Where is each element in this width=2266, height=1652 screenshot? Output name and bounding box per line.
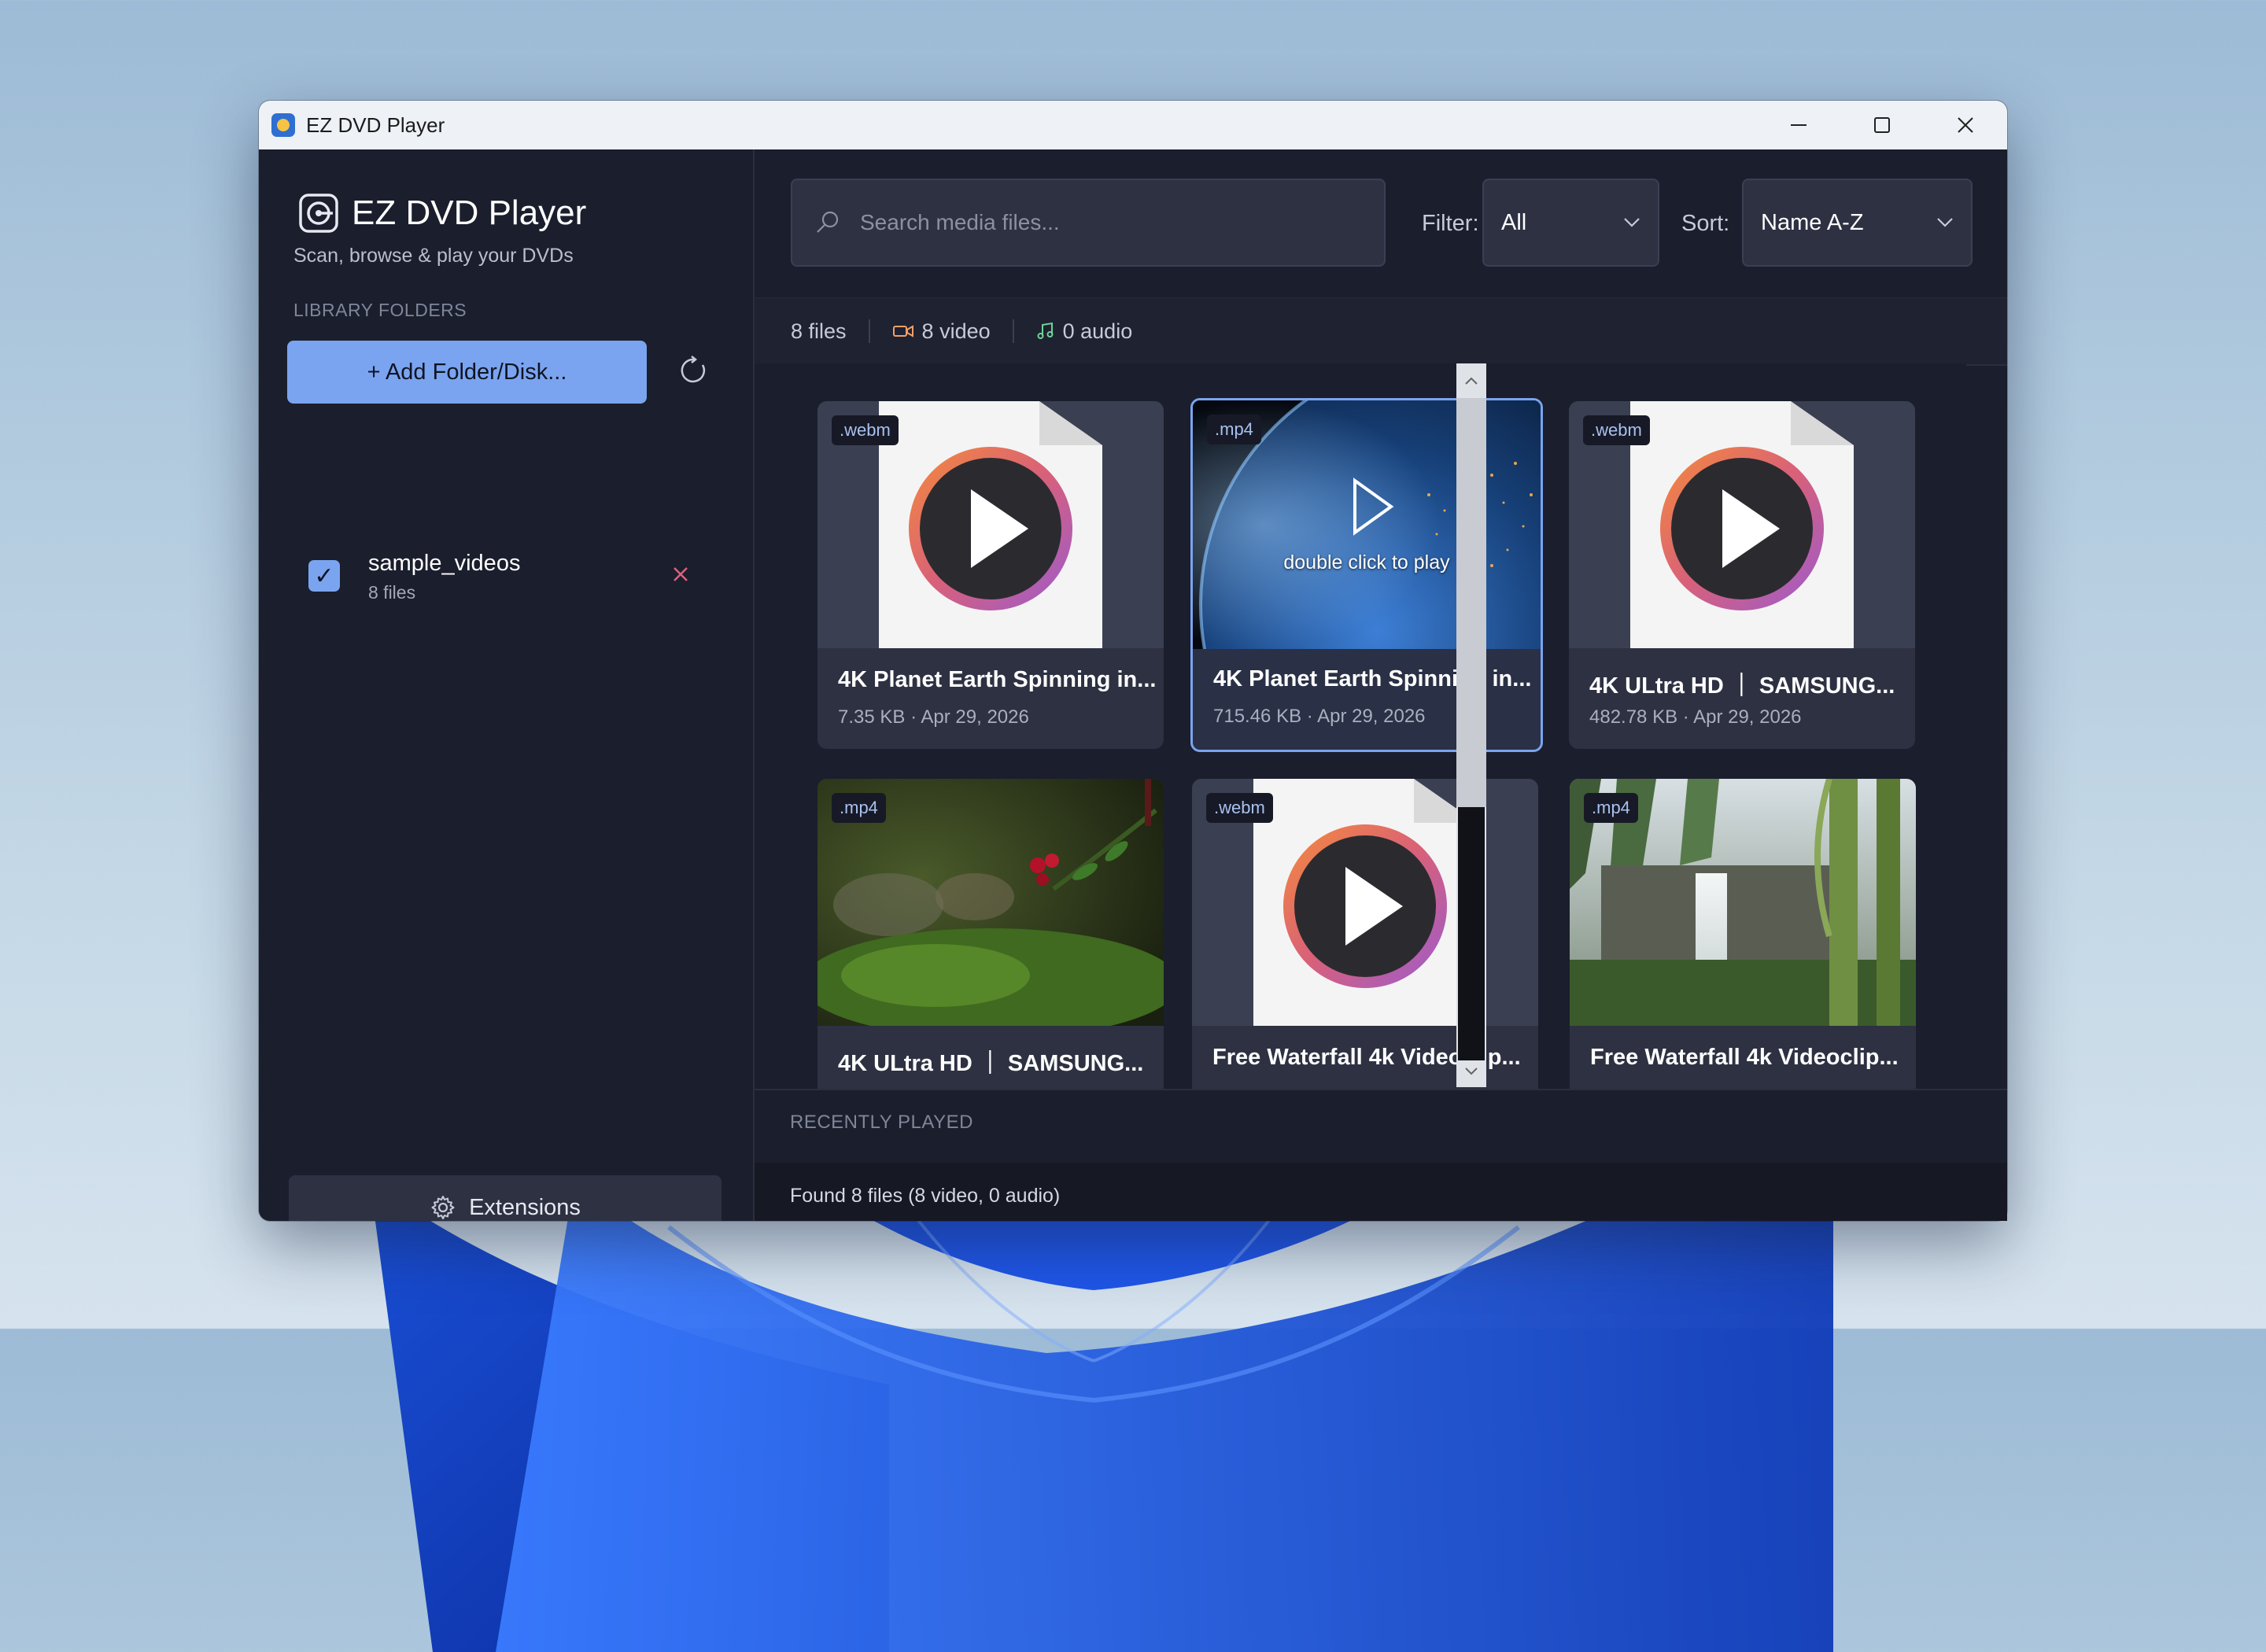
media-thumbnail: .webm — [1192, 779, 1538, 1026]
maximize-button[interactable] — [1840, 101, 1924, 149]
video-camera-icon — [892, 325, 913, 337]
media-meta: 7.35 KB · Apr 29, 2026 — [838, 706, 1029, 728]
media-thumbnail: double click to play .mp4 — [1193, 400, 1541, 649]
gear-icon — [431, 1196, 455, 1219]
file-extension-badge: .mp4 — [1207, 415, 1261, 444]
minimize-icon — [1791, 124, 1807, 126]
chevron-down-icon — [1465, 1068, 1478, 1075]
maximize-icon — [1874, 117, 1890, 133]
file-count: 8 files — [791, 319, 847, 343]
video-count: 8 video — [921, 319, 991, 343]
filter-value: All — [1501, 209, 1527, 235]
chevron-down-icon — [1937, 218, 1953, 227]
close-icon — [1958, 117, 1973, 133]
vertical-scrollbar[interactable] — [1456, 363, 1486, 1087]
folder-name[interactable]: sample_videos — [368, 551, 520, 577]
audio-count-stat: 0 audio — [1036, 319, 1133, 344]
app-name: EZ DVD Player — [352, 194, 587, 232]
file-extension-badge: .webm — [1206, 793, 1273, 823]
file-extension-badge: .mp4 — [1584, 793, 1638, 823]
title-bar: EZ DVD Player — [259, 101, 2007, 149]
media-title: Free Waterfall 4k Videoclip... — [1590, 1045, 1899, 1070]
media-card[interactable]: .mp4 Free Waterfall 4k Videoclip... — [1570, 779, 1916, 1089]
sort-select[interactable]: Name A-Z — [1742, 179, 1973, 267]
scroll-track — [1456, 398, 1486, 807]
remove-folder-button[interactable] — [666, 560, 695, 588]
filter-label: Filter: — [1422, 211, 1479, 236]
file-extension-badge: .mp4 — [832, 793, 886, 823]
filter-select[interactable]: All — [1482, 179, 1659, 267]
sort-value: Name A-Z — [1761, 209, 1864, 235]
file-extension-badge: .webm — [1583, 415, 1650, 445]
media-card-selected[interactable]: double click to play .mp4 4K Planet Eart… — [1190, 398, 1543, 752]
stats-bar: 8 files 8 video 0 audio — [755, 297, 2007, 366]
brand: EZ DVD Player — [298, 193, 586, 234]
refresh-button[interactable] — [676, 352, 712, 389]
hover-hint: double click to play — [1283, 551, 1450, 573]
media-title: 4K Planet Earth Spinning in... — [838, 667, 1157, 692]
app-tagline: Scan, browse & play your DVDs — [293, 245, 574, 267]
audio-count: 0 audio — [1062, 319, 1133, 343]
dvd-logo-icon — [299, 194, 338, 233]
media-thumbnail: .mp4 — [1570, 779, 1916, 1026]
sidebar: EZ DVD Player Scan, browse & play your D… — [259, 149, 755, 1221]
media-card[interactable]: .webm 4K Planet Earth Spinning in... 7.3… — [817, 401, 1164, 749]
search-icon — [817, 211, 839, 233]
window-title: EZ DVD Player — [306, 112, 445, 137]
chevron-up-icon — [1465, 377, 1478, 385]
scroll-thumb[interactable] — [1458, 807, 1485, 1060]
close-button[interactable] — [1924, 101, 2007, 149]
add-folder-button[interactable]: + Add Folder/Disk... — [287, 341, 647, 404]
media-thumbnail: .webm — [1569, 401, 1915, 648]
video-count-stat: 8 video — [892, 319, 991, 344]
media-meta: 482.78 KB · Apr 29, 2026 — [1589, 706, 1802, 728]
library-folders-heading: LIBRARY FOLDERS — [293, 300, 467, 320]
media-title: 4K ULtra HD ｜ SAMSUNG... — [838, 1051, 1144, 1076]
chevron-down-icon — [1624, 218, 1640, 227]
media-title: 4K ULtra HD ｜ SAMSUNG... — [1589, 673, 1895, 699]
wallpaper-bloom — [370, 1180, 1833, 1652]
file-extension-badge: .webm — [832, 415, 899, 445]
media-grid-row-2: .mp4 4K ULtra HD ｜ SAMSUNG... .webm Free… — [755, 779, 1966, 1089]
media-card[interactable]: .webm 4K ULtra HD ｜ SAMSUNG... 482.78 KB… — [1569, 401, 1915, 749]
music-note-icon — [1037, 322, 1054, 339]
toolbar: Filter: All Sort: Name A-Z — [755, 149, 2007, 297]
folder-checkbox[interactable]: ✓ — [308, 560, 340, 592]
scroll-down-button[interactable] — [1456, 1057, 1486, 1086]
minimize-button[interactable] — [1757, 101, 1840, 149]
media-card[interactable]: .mp4 4K ULtra HD ｜ SAMSUNG... — [817, 779, 1164, 1089]
extensions-label: Extensions — [469, 1194, 581, 1220]
search-box[interactable] — [791, 179, 1386, 267]
search-input[interactable] — [858, 209, 1334, 236]
close-icon — [674, 567, 688, 581]
refresh-icon — [681, 356, 706, 383]
app-icon — [271, 113, 295, 137]
file-count-stat: 8 files — [791, 319, 847, 344]
scroll-up-button[interactable] — [1456, 367, 1486, 395]
extensions-button[interactable]: Extensions — [289, 1175, 722, 1221]
sort-label: Sort: — [1681, 211, 1730, 236]
media-card[interactable]: .webm Free Waterfall 4k Videoclip... — [1192, 779, 1538, 1089]
media-thumbnail: .mp4 — [817, 779, 1164, 1026]
folder-file-count: 8 files — [368, 582, 416, 603]
media-meta: 715.46 KB · Apr 29, 2026 — [1213, 706, 1426, 727]
media-thumbnail: .webm — [817, 401, 1164, 648]
